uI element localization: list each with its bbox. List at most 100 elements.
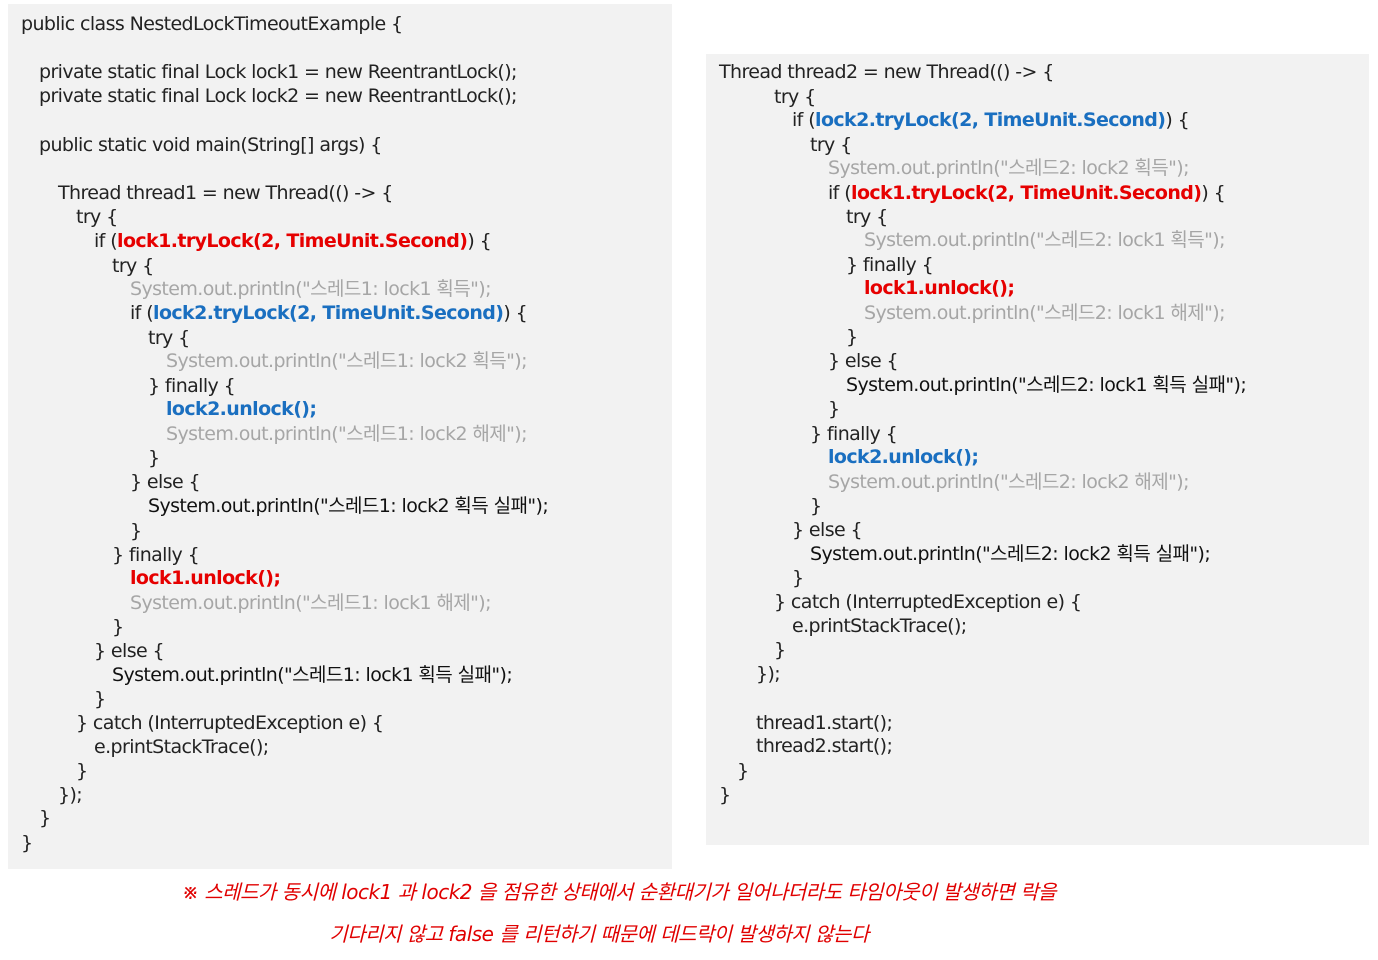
- code-line: System.out.println("스레드2: lock1 해제");: [864, 301, 1226, 325]
- code-text: }: [719, 784, 731, 806]
- lock2-call: lock2.tryLock(2, TimeUnit.Second): [153, 302, 504, 324]
- code-line: }: [76, 759, 88, 783]
- code-text: ) {: [1201, 182, 1226, 204]
- log-statement: System.out.println("스레드1: lock2 획득");: [166, 350, 528, 372]
- code-line: lock2.unlock();: [828, 445, 979, 469]
- lock1-call: lock1.unlock();: [130, 567, 281, 589]
- code-line: System.out.println("스레드2: lock2 해제");: [828, 470, 1190, 494]
- code-text: if (: [130, 302, 154, 324]
- code-line: thread1.start();: [756, 711, 893, 735]
- code-text: } finally {: [810, 423, 898, 445]
- lock2-call: lock2.unlock();: [828, 446, 979, 468]
- code-line: try {: [774, 85, 816, 109]
- code-line: });: [756, 662, 781, 686]
- code-line: System.out.println("스레드2: lock1 획득 실패");: [846, 373, 1247, 397]
- code-line: } finally {: [810, 422, 898, 446]
- lock2-call: lock2.unlock();: [166, 398, 317, 420]
- code-line: if (lock1.tryLock(2, TimeUnit.Second)) {: [828, 181, 1226, 205]
- code-line: });: [58, 783, 83, 807]
- code-text: e.printStackTrace();: [792, 615, 967, 637]
- code-line: }: [792, 566, 804, 590]
- code-line: System.out.println("스레드2: lock2 획득");: [828, 156, 1190, 180]
- code-text: Thread thread2 = new Thread(() -> {: [719, 61, 1054, 83]
- code-line: try {: [76, 205, 118, 229]
- code-line: if (lock1.tryLock(2, TimeUnit.Second)) {: [94, 229, 492, 253]
- code-text: }: [810, 495, 822, 517]
- code-text: }: [112, 616, 124, 638]
- code-text: } finally {: [148, 375, 236, 397]
- code-text: thread2.start();: [756, 735, 893, 757]
- code-line: Thread thread1 = new Thread(() -> {: [58, 181, 393, 205]
- code-text: public class NestedLockTimeoutExample {: [21, 13, 403, 35]
- code-text: } catch (InterruptedException e) {: [774, 591, 1082, 613]
- code-line: e.printStackTrace();: [792, 614, 967, 638]
- code-text: ) {: [467, 230, 492, 252]
- code-text: try {: [148, 327, 190, 349]
- code-text: });: [756, 663, 781, 685]
- code-line: } else {: [94, 639, 165, 663]
- code-line: lock1.unlock();: [130, 566, 281, 590]
- code-line: if (lock2.tryLock(2, TimeUnit.Second)) {: [130, 301, 528, 325]
- code-line: } finally {: [148, 374, 236, 398]
- code-line: System.out.println("스레드1: lock2 획득 실패");: [148, 494, 549, 518]
- code-line: } else {: [792, 518, 863, 542]
- code-text: }: [828, 398, 840, 420]
- code-text: if (: [792, 109, 816, 131]
- code-text: } finally {: [112, 544, 200, 566]
- code-text: e.printStackTrace();: [94, 736, 269, 758]
- log-statement: System.out.println("스레드1: lock2 해제");: [166, 423, 528, 445]
- code-text: ) {: [1165, 109, 1190, 131]
- code-line: Thread thread2 = new Thread(() -> {: [719, 60, 1054, 84]
- code-text: }: [774, 639, 786, 661]
- code-line: } catch (InterruptedException e) {: [774, 590, 1082, 614]
- code-line: System.out.println("스레드1: lock1 획득 실패");: [112, 663, 513, 687]
- code-panel-thread1: public class NestedLockTimeoutExample { p…: [8, 4, 672, 869]
- code-text: try {: [76, 206, 118, 228]
- lock1-call: lock1.tryLock(2, TimeUnit.Second): [117, 230, 468, 252]
- code-text: }: [148, 447, 160, 469]
- code-text: }: [737, 760, 749, 782]
- code-line: }: [774, 638, 786, 662]
- lock2-call: lock2.tryLock(2, TimeUnit.Second): [815, 109, 1166, 131]
- code-text: }: [130, 520, 142, 542]
- code-text: }: [21, 832, 33, 854]
- code-text: }: [846, 326, 858, 348]
- code-text: private static final Lock lock2 = new Re…: [39, 85, 517, 107]
- note-line-1: ※ 스레드가 동시에 lock1 과 lock2 을 점유한 상태에서 순환대기…: [182, 880, 1056, 904]
- code-line: }: [94, 687, 106, 711]
- code-line: } else {: [828, 349, 899, 373]
- code-line: } finally {: [846, 253, 934, 277]
- log-statement: System.out.println("스레드2: lock2 해제");: [828, 471, 1190, 493]
- code-line: public class NestedLockTimeoutExample {: [21, 12, 403, 36]
- code-text: }: [94, 688, 106, 710]
- code-line: } else {: [130, 470, 201, 494]
- code-line: }: [39, 806, 51, 830]
- code-text: });: [58, 784, 83, 806]
- code-text: }: [76, 760, 88, 782]
- code-text: } catch (InterruptedException e) {: [76, 712, 384, 734]
- code-line: System.out.println("스레드2: lock1 획득");: [864, 228, 1226, 252]
- code-text: System.out.println("스레드1: lock1 획득 실패");: [112, 664, 513, 686]
- code-line: }: [130, 519, 142, 543]
- code-line: try {: [148, 326, 190, 350]
- code-text: }: [39, 807, 51, 829]
- code-line: private static final Lock lock2 = new Re…: [39, 84, 517, 108]
- code-line: try {: [810, 133, 852, 157]
- code-line: System.out.println("스레드1: lock1 해제");: [130, 591, 492, 615]
- code-line: System.out.println("스레드1: lock2 해제");: [166, 422, 528, 446]
- code-line: }: [810, 494, 822, 518]
- code-line: e.printStackTrace();: [94, 735, 269, 759]
- code-text: }: [792, 567, 804, 589]
- code-line: System.out.println("스레드1: lock2 획득");: [166, 349, 528, 373]
- lock1-call: lock1.tryLock(2, TimeUnit.Second): [851, 182, 1202, 204]
- code-line: }: [21, 831, 33, 855]
- code-text: System.out.println("스레드2: lock2 획득 실패");: [810, 543, 1211, 565]
- log-statement: System.out.println("스레드2: lock1 해제");: [864, 302, 1226, 324]
- code-line: }: [719, 783, 731, 807]
- code-text: try {: [112, 255, 154, 277]
- code-text: } else {: [828, 350, 899, 372]
- code-text: } finally {: [846, 254, 934, 276]
- code-text: if (: [828, 182, 852, 204]
- code-text: } else {: [792, 519, 863, 541]
- code-text: System.out.println("스레드1: lock2 획득 실패");: [148, 495, 549, 517]
